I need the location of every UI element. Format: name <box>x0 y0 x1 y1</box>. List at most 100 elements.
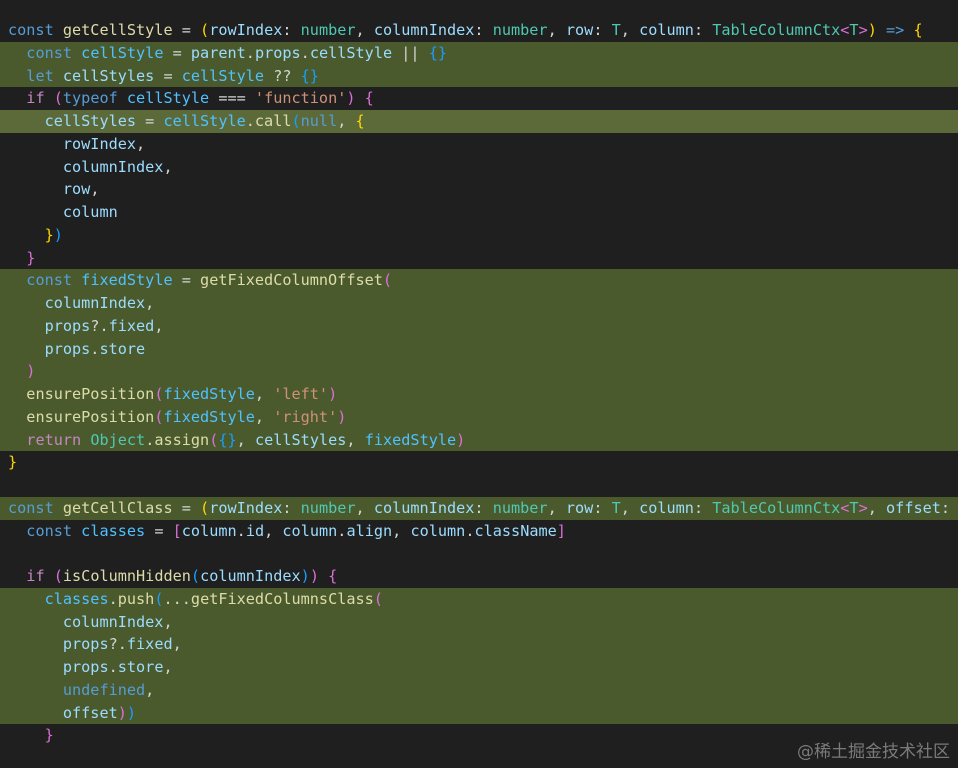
code-token: , <box>163 658 173 676</box>
code-token: T <box>611 21 621 39</box>
code-token: { <box>355 112 365 130</box>
code-line[interactable]: cellStyles = cellStyle.call(null, { <box>0 110 958 133</box>
code-token: props <box>62 635 109 654</box>
code-token: = <box>145 521 173 540</box>
code-line[interactable]: rowIndex, <box>0 133 958 156</box>
code-line[interactable]: const cellStyle = parent.props.cellStyle… <box>0 41 958 65</box>
code-token: cellStyle <box>126 89 210 108</box>
code-token: . <box>145 430 155 449</box>
code-token: align <box>346 521 393 540</box>
code-line[interactable]: const classes = [column.id, column.align… <box>0 520 958 543</box>
code-line[interactable]: columnIndex, <box>0 610 958 634</box>
code-token: cellStyle <box>163 112 246 130</box>
code-line[interactable]: ) <box>0 360 958 383</box>
code-line[interactable]: } <box>0 451 958 474</box>
code-line[interactable]: columnIndex, <box>0 156 958 179</box>
code-token: : <box>693 21 713 39</box>
code-line[interactable]: const fixedStyle = getFixedColumnOffset( <box>0 269 958 292</box>
code-token: getFixedColumnsClass <box>190 589 374 608</box>
code-token: , <box>547 21 566 39</box>
code-line[interactable]: ensurePosition(fixedStyle, 'right') <box>0 405 958 429</box>
code-line[interactable]: }) <box>0 224 958 247</box>
code-line[interactable]: const getCellStyle = (rowIndex: number, … <box>0 19 958 42</box>
code-token: const <box>8 21 63 39</box>
code-token: columnIndex <box>62 157 164 176</box>
code-token: fixedStyle <box>163 385 255 403</box>
code-line[interactable]: offset)) <box>0 701 958 725</box>
code-token: 'left' <box>273 385 329 403</box>
code-editor[interactable]: const getCellStyle = (rowIndex: number, … <box>0 0 958 768</box>
code-token: {} <box>218 430 237 449</box>
code-token: classes <box>81 521 146 540</box>
code-token: { <box>913 21 923 39</box>
code-line[interactable]: classes.push(...getFixedColumnsClass( <box>0 587 958 611</box>
code-token: id <box>245 521 265 540</box>
code-token: row <box>62 180 91 199</box>
code-token: , <box>254 385 274 403</box>
code-token: fixed <box>108 316 155 335</box>
code-line[interactable] <box>0 474 958 497</box>
code-token: , <box>355 498 374 517</box>
code-line[interactable]: ensurePosition(fixedStyle, 'left') <box>0 383 958 406</box>
code-token: } <box>8 453 18 472</box>
code-token: ] <box>556 521 566 540</box>
code-token: ( <box>200 498 210 517</box>
code-token: cellStyle <box>181 66 265 85</box>
code-token: props <box>254 43 301 62</box>
code-token: , <box>264 521 283 540</box>
code-token: ( <box>291 112 301 130</box>
code-token: } <box>44 225 54 244</box>
code-token: . <box>300 43 310 62</box>
code-token: number <box>300 498 356 517</box>
code-token: Object <box>90 430 146 449</box>
code-line[interactable]: } <box>0 247 958 270</box>
code-token: fixedStyle <box>364 430 457 449</box>
code-token: ?. <box>108 635 127 654</box>
code-token: column <box>62 203 118 221</box>
code-token: getFixedColumnOffset <box>200 271 383 290</box>
code-line[interactable]: return Object.assign({}, cellStyles, fix… <box>0 428 958 452</box>
code-token: column <box>282 521 338 540</box>
code-token: row <box>565 498 594 517</box>
code-token: , <box>154 316 164 335</box>
code-token: ) <box>126 703 137 722</box>
code-token: , <box>90 180 100 199</box>
code-line[interactable]: if (typeof cellStyle === 'function') { <box>0 87 958 110</box>
code-line[interactable]: undefined, <box>0 678 958 702</box>
code-line[interactable]: let cellStyles = cellStyle ?? {} <box>0 64 958 88</box>
code-token: getCellClass <box>62 498 173 517</box>
code-line[interactable]: props.store, <box>0 656 958 679</box>
code-line[interactable]: props?.fixed, <box>0 633 958 656</box>
code-token: = <box>136 112 164 130</box>
code-token: , <box>172 635 182 654</box>
code-line[interactable]: column <box>0 201 958 224</box>
code-line[interactable] <box>0 542 958 565</box>
code-token: cellStyles <box>254 430 347 449</box>
code-token: ... <box>163 589 191 608</box>
code-token: fixedStyle <box>81 271 173 290</box>
code-line[interactable]: const getCellClass = (rowIndex: number, … <box>0 496 958 520</box>
code-token: columnIndex <box>44 294 146 312</box>
code-token: return <box>26 430 91 449</box>
code-token: cellStyle <box>81 43 164 62</box>
code-token: ) <box>53 225 63 244</box>
code-token: typeof <box>62 89 127 108</box>
code-token: const <box>8 498 63 517</box>
code-line[interactable]: if (isColumnHidden(columnIndex)) { <box>0 565 958 588</box>
code-line[interactable]: columnIndex, <box>0 292 958 315</box>
code-token: parent <box>190 43 246 62</box>
code-token: , <box>163 612 173 631</box>
code-token: rowIndex <box>209 498 283 517</box>
code-token: null <box>300 112 338 130</box>
code-line[interactable]: props?.fixed, <box>0 314 958 338</box>
code-line[interactable]: props.store <box>0 337 958 361</box>
code-line[interactable]: row, <box>0 178 958 201</box>
